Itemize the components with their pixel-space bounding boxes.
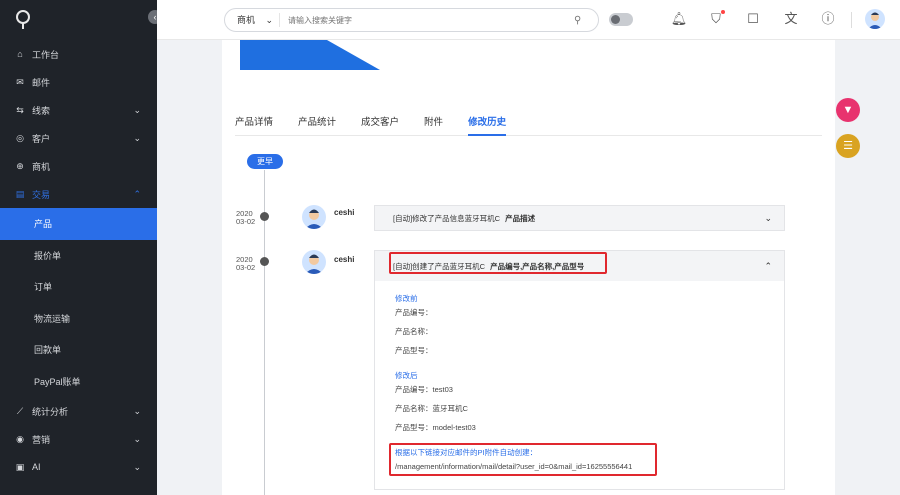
tab-attachments[interactable]: 附件 (424, 116, 443, 136)
chevron-down-icon: ⌄ (133, 406, 141, 416)
entry-fields: 产品描述 (505, 213, 536, 223)
date-monthday: 03-02 (236, 263, 256, 272)
tab-product-stats[interactable]: 产品统计 (298, 116, 336, 136)
after-title: 修改后 (395, 371, 418, 380)
before-field: 产品编号： (395, 308, 433, 317)
filter-button[interactable]: ▼ (836, 98, 860, 122)
mode-toggle[interactable] (609, 13, 633, 26)
date-monthday: 03-02 (236, 217, 256, 226)
user-name: ceshi (334, 208, 355, 217)
divider (851, 12, 852, 28)
list-icon: ☰ (843, 140, 853, 152)
timeline-date: 2020 03-02 (236, 210, 255, 226)
user-name: ceshi (334, 255, 355, 264)
sidebar-item-transaction[interactable]: ▤ 交易 ⌃ (0, 180, 157, 208)
search-type-value: 商机 (237, 15, 256, 25)
history-entry: [自动]修改了产品信息蓝牙耳机C 产品描述 ⌄ (374, 205, 785, 231)
chevron-down-icon: ⌄ (133, 105, 141, 115)
sidebar-item-opportunity[interactable]: ⊕ 商机 (0, 152, 157, 180)
sidebar-item-marketing[interactable]: ◉ 营销 ⌄ (0, 425, 157, 453)
bell-icon[interactable]: 🔔︎ (670, 10, 688, 28)
avatar (302, 205, 326, 229)
search-bar: 商机 ⌄ ⚲ (224, 8, 599, 32)
marketing-icon: ◉ (16, 433, 24, 444)
sidebar-item-label: 统计分析 (32, 406, 69, 417)
sidebar-subitem-paypal[interactable]: PayPal账单 (0, 366, 157, 398)
avatar-icon (868, 12, 882, 29)
tab-product-detail[interactable]: 产品详情 (235, 116, 273, 136)
chart-icon: ⟋ (16, 405, 24, 416)
sidebar-item-label: 线索 (32, 105, 51, 116)
ai-icon: ▣ (15, 461, 25, 472)
user-avatar[interactable] (865, 9, 885, 29)
chevron-down-icon: ⌄ (133, 462, 141, 472)
timeline-date: 2020 03-02 (236, 256, 255, 272)
chevron-down-icon[interactable]: ⌄ (764, 213, 772, 224)
after-field: 产品型号：model-test03 (395, 423, 476, 432)
transaction-icon: ▤ (15, 188, 25, 199)
entry-header[interactable]: [自动]修改了产品信息蓝牙耳机C 产品描述 ⌄ (375, 206, 784, 230)
filter-icon: ▼ (842, 104, 854, 116)
main-card: 产品详情 产品统计 成交客户 附件 修改历史 更早 2020 03-02 ces… (222, 40, 835, 495)
entry-summary: [自动]修改了产品信息蓝牙耳机C (393, 213, 501, 223)
translate-icon[interactable]: 文 (782, 10, 800, 28)
sidebar-subitem-order[interactable]: 订单 (0, 271, 157, 303)
chevron-down-icon: ⌄ (133, 434, 141, 444)
chevron-down-icon: ⌄ (265, 15, 273, 25)
topbar: 商机 ⌄ ⚲ 🔔︎ ⛉ ☐ 文 ⓘ (157, 0, 900, 40)
after-field: 产品名称：蓝牙耳机C (395, 404, 468, 413)
logo (0, 0, 157, 40)
sidebar-subitem-payment[interactable]: 回款单 (0, 334, 157, 366)
before-field: 产品名称： (395, 327, 433, 336)
sidebar-item-mail[interactable]: ✉ 邮件 (0, 68, 157, 96)
before-title: 修改前 (395, 294, 418, 303)
sidebar-subitem-quote[interactable]: 报价单 (0, 240, 157, 272)
mail-icon: ✉ (16, 76, 24, 87)
highlight-box (389, 443, 657, 476)
highlight-box (389, 252, 607, 274)
customer-icon: ◎ (16, 132, 24, 143)
sidebar-item-stats[interactable]: ⟋ 统计分析 ⌄ (0, 397, 157, 425)
avatar-icon (305, 209, 323, 229)
sidebar-subitem-logistics[interactable]: 物流运输 (0, 303, 157, 335)
sidebar-item-label: 营销 (32, 434, 51, 445)
after-field: 产品编号：test03 (395, 385, 453, 394)
search-icon[interactable]: ⚲ (574, 15, 598, 26)
search-input[interactable] (280, 15, 574, 25)
chevron-up-icon[interactable]: ⌃ (764, 261, 772, 272)
tab-deal-customers[interactable]: 成交客户 (361, 116, 399, 136)
sidebar: ⌂ 工作台 ✉ 邮件 ⇆ 线索 ⌄ ◎ 客户 ⌄ ⊕ 商机 ▤ 交易 ⌃ 产品 … (0, 0, 157, 495)
sidebar-subitem-product[interactable]: 产品 (0, 208, 157, 240)
search-type-select[interactable]: 商机 ⌄ (225, 13, 280, 27)
sidebar-item-label: 客户 (32, 133, 51, 144)
sidebar-item-ai[interactable]: ▣ AI ⌄ (0, 453, 157, 481)
timeline-dot (260, 257, 269, 266)
avatar (302, 250, 326, 274)
sidebar-item-workbench[interactable]: ⌂ 工作台 (0, 40, 157, 68)
help-icon[interactable]: ⓘ (819, 10, 837, 28)
chevron-down-icon: ⌄ (133, 133, 141, 143)
notification-dot (721, 10, 725, 14)
earlier-button[interactable]: 更早 (247, 154, 283, 169)
sidebar-item-label: 交易 (32, 189, 51, 200)
chevron-up-icon: ⌃ (133, 189, 141, 199)
sidebar-item-customer[interactable]: ◎ 客户 ⌄ (0, 124, 157, 152)
sidebar-item-label: 商机 (32, 161, 51, 172)
sidebar-item-label: AI (32, 462, 41, 472)
logo-icon (16, 10, 30, 29)
inbox-icon[interactable]: ☐ (744, 10, 762, 28)
sidebar-item-label: 邮件 (32, 77, 51, 88)
before-field: 产品型号： (395, 346, 433, 355)
list-button[interactable]: ☰ (836, 134, 860, 158)
avatar-icon (305, 254, 323, 274)
home-icon: ⌂ (17, 49, 23, 59)
timeline-dot (260, 212, 269, 221)
sidebar-item-leads[interactable]: ⇆ 线索 ⌄ (0, 96, 157, 124)
tab-bar: 产品详情 产品统计 成交客户 附件 修改历史 (235, 116, 822, 136)
sidebar-item-label: 工作台 (32, 49, 60, 60)
opportunity-icon: ⊕ (16, 160, 24, 171)
tab-history[interactable]: 修改历史 (468, 116, 507, 136)
leads-icon: ⇆ (16, 104, 24, 115)
